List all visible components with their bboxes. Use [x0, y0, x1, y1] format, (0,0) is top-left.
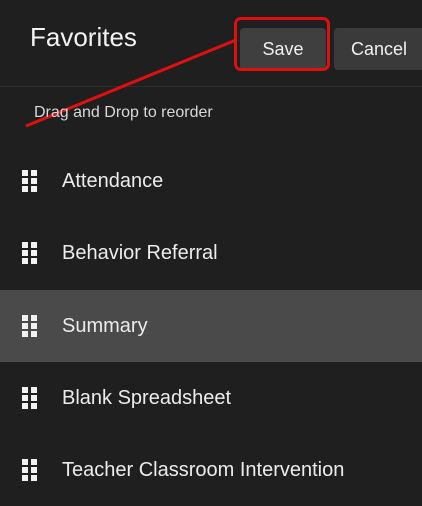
- reorder-hint: Drag and Drop to reorder: [34, 104, 213, 121]
- drag-handle-icon[interactable]: [22, 242, 40, 264]
- favorite-item-attendance[interactable]: Attendance: [0, 145, 422, 217]
- favorite-item-label: Behavior Referral: [62, 241, 218, 264]
- favorite-item-label: Attendance: [62, 169, 164, 192]
- panel-title: Favorites: [30, 22, 137, 52]
- favorite-item-blank-spreadsheet[interactable]: Blank Spreadsheet: [0, 362, 422, 434]
- favorites-header: Favorites Save Cancel: [0, 0, 422, 88]
- drag-handle-icon[interactable]: [22, 170, 40, 192]
- drag-handle-icon[interactable]: [22, 459, 40, 481]
- drag-handle-icon[interactable]: [22, 387, 40, 409]
- drag-handle-icon[interactable]: [22, 315, 40, 337]
- favorite-item-behavior-referral[interactable]: Behavior Referral: [0, 217, 422, 289]
- save-button[interactable]: Save: [240, 28, 326, 70]
- favorite-item-teacher-classroom-intervention[interactable]: Teacher Classroom Intervention: [0, 434, 422, 506]
- favorite-item-summary[interactable]: Summary: [0, 290, 422, 362]
- favorite-item-label: Summary: [62, 314, 148, 337]
- header-divider: [0, 86, 422, 87]
- favorite-item-label: Blank Spreadsheet: [62, 386, 232, 409]
- favorite-item-label: Teacher Classroom Intervention: [62, 458, 345, 481]
- cancel-button[interactable]: Cancel: [334, 28, 422, 70]
